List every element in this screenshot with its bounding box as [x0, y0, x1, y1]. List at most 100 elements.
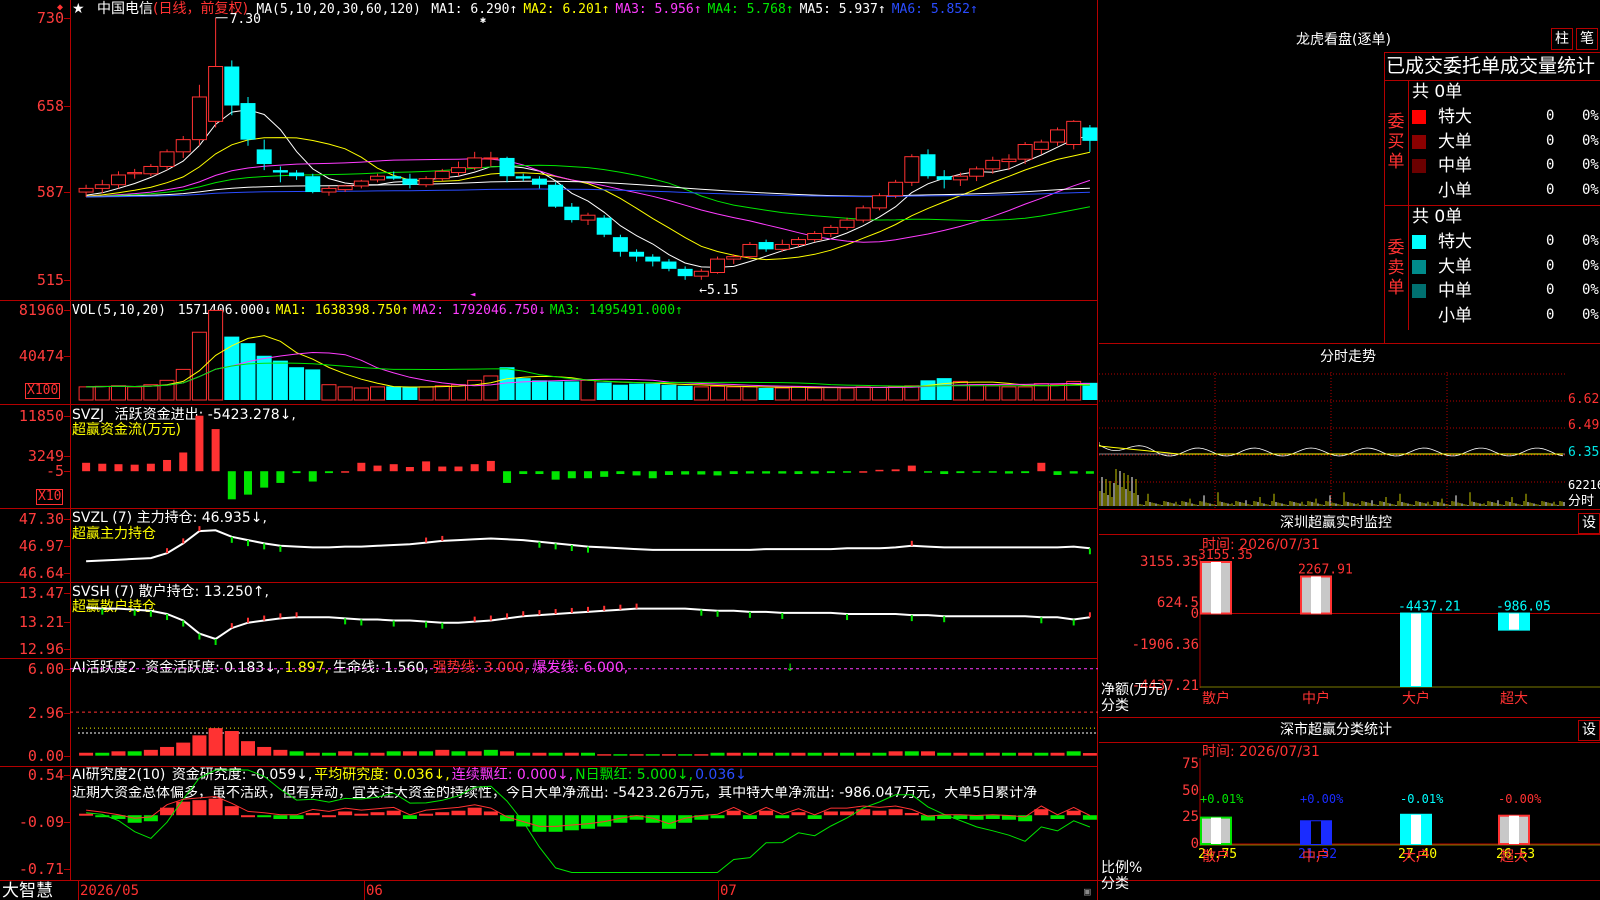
ai2-bar — [678, 815, 693, 823]
vol-bar — [580, 379, 596, 401]
order-swatch — [1412, 183, 1426, 198]
ai1-bar — [208, 728, 223, 756]
order-type-label: 小单 — [1438, 305, 1472, 326]
svzj-bar — [422, 461, 431, 472]
kline-chart[interactable]: 7.30 ←5.15 ◄ — [0, 0, 1098, 300]
vol-bar — [450, 384, 466, 401]
vol-bar — [677, 385, 693, 400]
category-label: 超大 — [1500, 691, 1528, 707]
svzj-bar — [519, 471, 528, 475]
ai2-bar — [321, 815, 336, 818]
sz-class-settings-button[interactable]: 设 — [1578, 720, 1600, 741]
candle-body — [823, 226, 839, 234]
vol-chart[interactable] — [0, 300, 1098, 404]
svzj-bar — [940, 471, 949, 475]
candle-body — [353, 180, 369, 187]
lhb-tab-header[interactable]: 已成交委托单成交量统计 — [1386, 55, 1595, 77]
ai2-bar — [532, 815, 547, 832]
svzj-bar — [972, 471, 981, 473]
bar-group — [1400, 813, 1432, 845]
candle-body — [305, 176, 321, 193]
vol-bar — [483, 375, 499, 401]
sell-total: 共 0单 — [1412, 207, 1463, 227]
category-label: 大户 — [1402, 849, 1430, 865]
ai1-bar — [548, 752, 563, 756]
svsh-chart[interactable] — [0, 582, 1098, 658]
ai1-bar — [192, 735, 207, 756]
ai1-bar — [402, 751, 417, 756]
order-percent: 0% — [1582, 108, 1599, 124]
category-label: 散户 — [1202, 849, 1230, 865]
sz-class-chart[interactable]: 24.75 21.32 27.40 26.53+0.01% +0.00% -0.01% -0… — [1099, 742, 1600, 900]
bar-highlight — [1311, 576, 1321, 614]
ai1-bar — [791, 752, 806, 756]
ai1-bar — [742, 752, 757, 756]
ai2-bar — [904, 812, 919, 816]
category-label: 中户 — [1302, 691, 1330, 707]
ai1-bar — [678, 754, 693, 756]
vol-bar — [272, 360, 288, 400]
bar-highlight — [1211, 562, 1221, 614]
order-type-label: 中单 — [1438, 281, 1472, 301]
candle-body — [191, 96, 207, 141]
ai1-bar — [840, 752, 855, 756]
ai1-bar — [386, 751, 401, 756]
svzj-bar — [600, 471, 609, 477]
bar-group — [1498, 612, 1530, 631]
intraday-chart[interactable] — [1099, 372, 1565, 508]
vol-bar — [78, 386, 94, 401]
ai1-bar — [95, 752, 110, 756]
ai2-bar — [354, 813, 369, 816]
svzj-chart[interactable] — [0, 404, 1098, 508]
order-count: 0 — [1546, 257, 1555, 274]
tick-mode-button[interactable]: 笔 — [1576, 28, 1598, 50]
order-row: 中单 0 0% — [1412, 280, 1600, 302]
candle-body — [531, 178, 547, 185]
bar-highlight — [1509, 815, 1519, 844]
fenshi-vol-label: 62216 — [1568, 478, 1600, 492]
svzj-bar — [745, 471, 754, 474]
vol-bar — [240, 343, 256, 400]
ai1-bar — [160, 746, 175, 756]
vol-bar — [434, 385, 450, 401]
fenshi-tick-3: 6.35 — [1568, 445, 1600, 460]
lock-icon[interactable]: ▣ — [1084, 884, 1091, 899]
vol-bar — [726, 386, 742, 401]
vol-bar — [289, 367, 305, 400]
ai1-bar — [888, 751, 903, 756]
svzl-chart[interactable] — [0, 508, 1098, 582]
svzj-bar — [98, 463, 107, 472]
ai2-chart[interactable] — [0, 766, 1098, 880]
svzj-bar — [843, 471, 852, 473]
bar-group — [1200, 816, 1232, 845]
ai1-chart[interactable] — [0, 658, 1098, 766]
order-percent: 0% — [1582, 306, 1599, 323]
category-label: 中户 — [1302, 849, 1330, 865]
vol-bar — [402, 386, 418, 400]
order-row: 大单 0 0% — [1412, 256, 1600, 278]
fenshi-title: 分时走势 — [1320, 349, 1376, 365]
candle-body — [985, 159, 1001, 170]
holding-line — [86, 529, 1091, 563]
svzj-bar — [260, 471, 269, 488]
vol-bar — [693, 386, 709, 401]
candle-body — [1017, 144, 1033, 160]
ai1-bar — [176, 742, 191, 756]
sz-monitor-settings-button[interactable]: 设 — [1578, 513, 1600, 534]
xaxis-label-jun: 06 — [366, 883, 383, 899]
vol-bar — [548, 381, 564, 400]
order-row: 大单 0 0% — [1412, 131, 1600, 153]
order-count: 0 — [1546, 108, 1555, 124]
ai1-bar — [111, 751, 126, 756]
svzj-bar — [405, 467, 414, 472]
holding-line — [86, 606, 1091, 641]
bar-mode-button[interactable]: 柱 — [1551, 28, 1573, 50]
ai1-bar — [564, 752, 579, 756]
candle-body — [904, 156, 920, 183]
vol-bar — [612, 384, 628, 400]
candle-body — [580, 214, 596, 221]
ai2-bar — [759, 810, 774, 816]
svzj-bar — [1069, 471, 1078, 474]
order-type-label: 大单 — [1438, 131, 1472, 152]
ai1-bar — [807, 752, 822, 756]
